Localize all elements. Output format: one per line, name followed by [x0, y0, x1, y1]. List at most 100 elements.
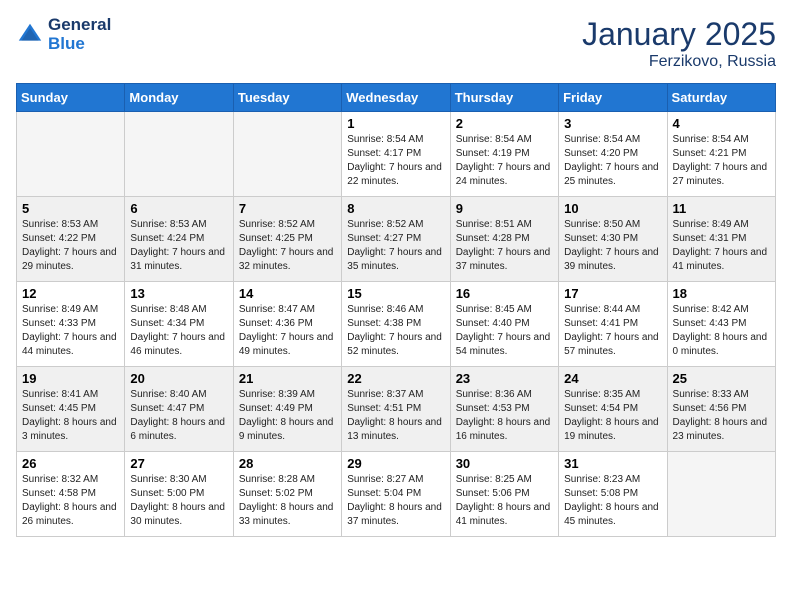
day-info: Sunrise: 8:30 AMSunset: 5:00 PMDaylight:…	[130, 473, 227, 529]
day-info: Sunrise: 8:23 AMSunset: 5:08 PMDaylight:…	[564, 473, 661, 529]
day-number: 19	[22, 371, 119, 386]
day-number: 28	[239, 456, 336, 471]
day-info: Sunrise: 8:37 AMSunset: 4:51 PMDaylight:…	[347, 388, 444, 444]
day-header-wednesday: Wednesday	[342, 84, 450, 112]
day-info: Sunrise: 8:27 AMSunset: 5:04 PMDaylight:…	[347, 473, 444, 529]
day-number: 10	[564, 201, 661, 216]
day-number: 29	[347, 456, 444, 471]
day-info: Sunrise: 8:52 AMSunset: 4:27 PMDaylight:…	[347, 218, 444, 274]
day-info: Sunrise: 8:50 AMSunset: 4:30 PMDaylight:…	[564, 218, 661, 274]
day-number: 25	[673, 371, 770, 386]
day-number: 17	[564, 286, 661, 301]
location: Ferzikovo, Russia	[582, 53, 776, 71]
day-info: Sunrise: 8:49 AMSunset: 4:33 PMDaylight:…	[22, 303, 119, 359]
day-info: Sunrise: 8:53 AMSunset: 4:22 PMDaylight:…	[22, 218, 119, 274]
day-info: Sunrise: 8:53 AMSunset: 4:24 PMDaylight:…	[130, 218, 227, 274]
day-info: Sunrise: 8:32 AMSunset: 4:58 PMDaylight:…	[22, 473, 119, 529]
day-header-sunday: Sunday	[17, 84, 125, 112]
calendar-cell: 22 Sunrise: 8:37 AMSunset: 4:51 PMDayligh…	[342, 367, 450, 452]
day-number: 9	[456, 201, 553, 216]
calendar-cell: 24Sunrise: 8:35 AMSunset: 4:54 PMDayligh…	[559, 367, 667, 452]
day-header-saturday: Saturday	[667, 84, 775, 112]
day-number: 30	[456, 456, 553, 471]
calendar-cell: 17 Sunrise: 8:44 AMSunset: 4:41 PMDayligh…	[559, 282, 667, 367]
day-number: 4	[673, 116, 770, 131]
calendar-cell: 21 Sunrise: 8:39 AMSunset: 4:49 PMDayligh…	[233, 367, 341, 452]
day-header-tuesday: Tuesday	[233, 84, 341, 112]
calendar-cell: 12 Sunrise: 8:49 AMSunset: 4:33 PMDayligh…	[17, 282, 125, 367]
calendar-cell: 16 Sunrise: 8:45 AMSunset: 4:40 PMDayligh…	[450, 282, 558, 367]
day-number: 14	[239, 286, 336, 301]
calendar-cell: 7Sunrise: 8:52 AMSunset: 4:25 PMDaylight…	[233, 197, 341, 282]
logo: General Blue	[16, 16, 111, 53]
title-section: January 2025 Ferzikovo, Russia	[582, 16, 776, 71]
calendar-cell: 14 Sunrise: 8:47 AMSunset: 4:36 PMDayligh…	[233, 282, 341, 367]
calendar-cell: 13 Sunrise: 8:48 AMSunset: 4:34 PMDayligh…	[125, 282, 233, 367]
day-info: Sunrise: 8:36 AMSunset: 4:53 PMDaylight:…	[456, 388, 553, 444]
calendar-week-row: 1Sunrise: 8:54 AMSunset: 4:17 PMDaylight…	[17, 112, 776, 197]
calendar-cell: 19 Sunrise: 8:41 AMSunset: 4:45 PMDayligh…	[17, 367, 125, 452]
day-header-monday: Monday	[125, 84, 233, 112]
day-number: 6	[130, 201, 227, 216]
calendar-week-row: 26 Sunrise: 8:32 AMSunset: 4:58 PMDayligh…	[17, 452, 776, 537]
logo-icon	[16, 21, 44, 49]
day-info: Sunrise: 8:33 AMSunset: 4:56 PMDaylight:…	[673, 388, 770, 444]
day-number: 1	[347, 116, 444, 131]
calendar-cell: 8Sunrise: 8:52 AMSunset: 4:27 PMDaylight…	[342, 197, 450, 282]
day-info: Sunrise: 8:44 AMSunset: 4:41 PMDaylight:…	[564, 303, 661, 359]
calendar-cell: 5 Sunrise: 8:53 AMSunset: 4:22 PMDaylight…	[17, 197, 125, 282]
calendar-cell: 9Sunrise: 8:51 AMSunset: 4:28 PMDaylight…	[450, 197, 558, 282]
day-number: 5	[22, 201, 119, 216]
day-header-thursday: Thursday	[450, 84, 558, 112]
day-info: Sunrise: 8:25 AMSunset: 5:06 PMDaylight:…	[456, 473, 553, 529]
logo-text: General Blue	[48, 16, 111, 53]
day-info: Sunrise: 8:46 AMSunset: 4:38 PMDaylight:…	[347, 303, 444, 359]
day-info: Sunrise: 8:54 AMSunset: 4:21 PMDaylight:…	[673, 133, 770, 189]
calendar-cell: 26 Sunrise: 8:32 AMSunset: 4:58 PMDayligh…	[17, 452, 125, 537]
calendar-cell: 15 Sunrise: 8:46 AMSunset: 4:38 PMDayligh…	[342, 282, 450, 367]
day-number: 2	[456, 116, 553, 131]
day-number: 23	[456, 371, 553, 386]
calendar-cell: 10 Sunrise: 8:50 AMSunset: 4:30 PMDayligh…	[559, 197, 667, 282]
day-number: 26	[22, 456, 119, 471]
day-info: Sunrise: 8:49 AMSunset: 4:31 PMDaylight:…	[673, 218, 770, 274]
calendar-cell: 2 Sunrise: 8:54 AMSunset: 4:19 PMDaylight…	[450, 112, 558, 197]
day-info: Sunrise: 8:28 AMSunset: 5:02 PMDaylight:…	[239, 473, 336, 529]
day-number: 13	[130, 286, 227, 301]
calendar-week-row: 5 Sunrise: 8:53 AMSunset: 4:22 PMDaylight…	[17, 197, 776, 282]
day-number: 12	[22, 286, 119, 301]
day-info: Sunrise: 8:48 AMSunset: 4:34 PMDaylight:…	[130, 303, 227, 359]
calendar-cell: 11Sunrise: 8:49 AMSunset: 4:31 PMDayligh…	[667, 197, 775, 282]
day-number: 15	[347, 286, 444, 301]
calendar-cell	[125, 112, 233, 197]
day-info: Sunrise: 8:45 AMSunset: 4:40 PMDaylight:…	[456, 303, 553, 359]
calendar-cell: 6 Sunrise: 8:53 AMSunset: 4:24 PMDaylight…	[125, 197, 233, 282]
day-number: 27	[130, 456, 227, 471]
day-number: 7	[239, 201, 336, 216]
day-info: Sunrise: 8:54 AMSunset: 4:19 PMDaylight:…	[456, 133, 553, 189]
calendar-week-row: 19 Sunrise: 8:41 AMSunset: 4:45 PMDayligh…	[17, 367, 776, 452]
day-info: Sunrise: 8:39 AMSunset: 4:49 PMDaylight:…	[239, 388, 336, 444]
day-number: 24	[564, 371, 661, 386]
day-info: Sunrise: 8:54 AMSunset: 4:20 PMDaylight:…	[564, 133, 661, 189]
day-header-friday: Friday	[559, 84, 667, 112]
page-header: General Blue January 2025 Ferzikovo, Rus…	[16, 16, 776, 71]
day-number: 22	[347, 371, 444, 386]
month-title: January 2025	[582, 16, 776, 53]
day-number: 3	[564, 116, 661, 131]
calendar-cell: 30 Sunrise: 8:25 AMSunset: 5:06 PMDayligh…	[450, 452, 558, 537]
calendar: SundayMondayTuesdayWednesdayThursdayFrid…	[16, 83, 776, 537]
day-number: 21	[239, 371, 336, 386]
calendar-cell: 18Sunrise: 8:42 AMSunset: 4:43 PMDayligh…	[667, 282, 775, 367]
day-info: Sunrise: 8:41 AMSunset: 4:45 PMDaylight:…	[22, 388, 119, 444]
day-info: Sunrise: 8:47 AMSunset: 4:36 PMDaylight:…	[239, 303, 336, 359]
calendar-cell: 20Sunrise: 8:40 AMSunset: 4:47 PMDayligh…	[125, 367, 233, 452]
calendar-cell: 27 Sunrise: 8:30 AMSunset: 5:00 PMDayligh…	[125, 452, 233, 537]
calendar-cell	[17, 112, 125, 197]
calendar-cell	[233, 112, 341, 197]
day-number: 16	[456, 286, 553, 301]
calendar-cell: 31Sunrise: 8:23 AMSunset: 5:08 PMDayligh…	[559, 452, 667, 537]
day-info: Sunrise: 8:42 AMSunset: 4:43 PMDaylight:…	[673, 303, 770, 359]
calendar-header-row: SundayMondayTuesdayWednesdayThursdayFrid…	[17, 84, 776, 112]
calendar-cell: 29 Sunrise: 8:27 AMSunset: 5:04 PMDayligh…	[342, 452, 450, 537]
